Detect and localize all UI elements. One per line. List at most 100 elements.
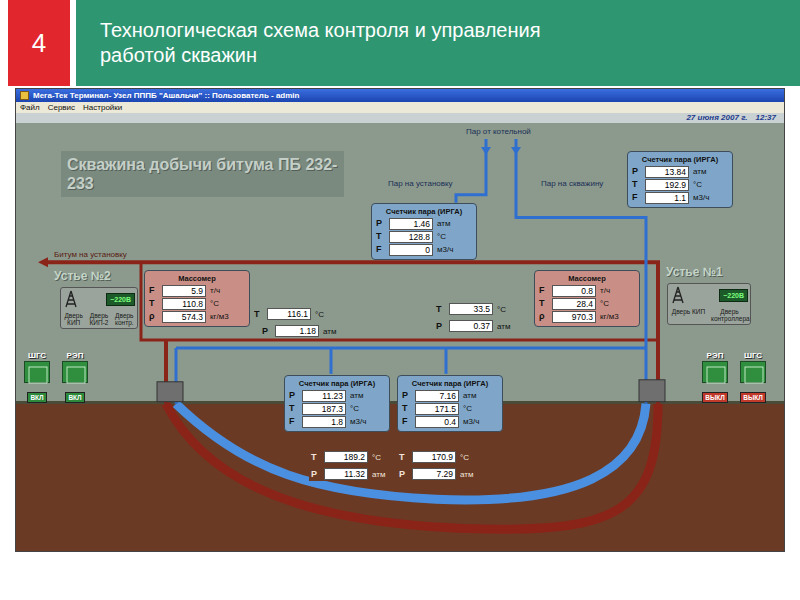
menu-item[interactable]: Файл: [20, 102, 40, 113]
switch-group: ШГСВКЛРЭПВКЛ: [22, 351, 90, 407]
meter-row: T 192.9 °С: [632, 178, 728, 191]
door-list: Дверь КИПДверь КИП-2Дверь контр.: [63, 312, 135, 326]
wellhead-icon: [157, 382, 183, 402]
sensor-reading: T170.9°С: [397, 450, 471, 464]
meter-title: Счетчик пара (ИРГА): [402, 378, 498, 389]
steam-pipe: [445, 348, 448, 374]
meter-value: 28.4: [552, 298, 596, 310]
meter-value: 128.8: [389, 231, 433, 243]
tower-icon: [670, 286, 686, 304]
door-icon: [25, 364, 51, 386]
reading-unit: °С: [497, 304, 506, 315]
tower-shape: [66, 291, 76, 307]
cabinet-header: ~220В: [670, 286, 748, 304]
meter-value: 1.1: [645, 192, 689, 204]
reading-unit: °С: [315, 309, 324, 320]
menu-bar: Файл Сервис Настройки: [16, 102, 784, 113]
meter-value: 192.9: [645, 179, 689, 191]
meter-value: 1.8: [302, 416, 346, 428]
meter-row: P11.23атм: [289, 389, 385, 402]
bitumen-pipe: [141, 262, 658, 340]
cabinet-icon: [702, 361, 728, 383]
sensor-reading: P1.18атм: [262, 325, 336, 337]
reading-unit: атм: [323, 326, 336, 337]
wellhead-name: Устье №1: [666, 265, 723, 279]
meter-unit: м3/ч: [350, 416, 366, 427]
meter-value: 187.3: [302, 403, 346, 415]
power-button[interactable]: ВКЛ: [27, 392, 46, 403]
pipe-label: Пар на скважину: [541, 179, 603, 189]
reading-symbol: T: [436, 304, 445, 315]
meter-value: 0.8: [552, 285, 596, 297]
meter-row: F0.4м3/ч: [402, 415, 498, 428]
meter-title: Счетчик пара (ИРГА): [289, 378, 385, 389]
diagram-canvas: Скважина добычи битума ПБ 232-233Пар от …: [16, 123, 784, 551]
meter-symbol: F: [539, 285, 548, 296]
reading-unit: атм: [460, 469, 473, 480]
steam-pipe: [176, 346, 646, 349]
door-icon: [63, 364, 89, 386]
meter-unit: т/ч: [600, 285, 610, 296]
switch-group: РЭПВЫКЛШГСВЫКЛ: [700, 351, 768, 407]
meter-symbol: F: [402, 416, 411, 427]
reading-symbol: P: [262, 326, 271, 337]
pipe-label: Битум на установку: [54, 250, 127, 260]
reading-value: 7.29: [412, 468, 456, 480]
meter-value: 0: [389, 244, 433, 256]
switch-cabinet: ШГСВЫКЛ: [738, 351, 768, 407]
meter-value: 171.5: [415, 403, 459, 415]
meter-symbol: F: [632, 192, 641, 203]
door-outline: [67, 367, 85, 383]
meter-symbol: F: [149, 285, 158, 296]
switch-label: ШГС: [22, 351, 52, 361]
steam-pipe: [456, 139, 486, 203]
sensor-reading: T189.2°С: [309, 450, 383, 464]
power-button[interactable]: ВЫКЛ: [702, 392, 728, 403]
date-bar: 27 июня 2007 г.12:37: [16, 113, 784, 123]
meter-value: 11.23: [302, 390, 346, 402]
reading-symbol: P: [311, 469, 320, 480]
door-sensor: Дверь КИП-2: [88, 312, 109, 326]
pipe-label: Пар от котельной: [466, 127, 531, 137]
meter-symbol: F: [376, 244, 385, 255]
meter-value: 7.16: [415, 390, 459, 402]
window-title: Мега-Тек Терминал- Узел ПППБ "Ашальчи" :…: [33, 90, 299, 102]
reading-unit: °С: [372, 452, 381, 463]
meter-row: T28.4°С: [539, 297, 635, 310]
meter-title: Массомер: [149, 273, 245, 284]
switch-cabinet: ШГС ВКЛ: [22, 351, 52, 407]
meter-row: F 0.8 т/ч: [539, 284, 635, 297]
app-icon: [20, 91, 29, 100]
cabinet-icon: [24, 361, 50, 383]
meter-unit: °С: [437, 231, 446, 242]
meter-symbol: T: [632, 179, 641, 190]
menu-item[interactable]: Настройки: [83, 102, 122, 113]
power-button[interactable]: ВКЛ: [65, 392, 84, 403]
steam-meter: Счетчик пара (ИРГА)P13.84атмT192.9°СF1.1…: [627, 151, 733, 208]
tower-shape: [673, 287, 683, 303]
tower-icon: [63, 290, 79, 308]
reading-unit: °С: [460, 452, 469, 463]
meter-unit: атм: [350, 390, 363, 401]
meter-row: F1.1м3/ч: [632, 191, 728, 204]
meter-row: F0м3/ч: [376, 243, 472, 256]
arrow-left-icon: [38, 257, 48, 267]
power-button[interactable]: ВЫКЛ: [740, 392, 766, 403]
meter-unit: °С: [693, 179, 702, 190]
meter-symbol: F: [289, 416, 298, 427]
slide-header: 4Технологическая схема контроля и управл…: [0, 0, 800, 86]
meter-unit: °С: [350, 403, 359, 414]
meter-row: T187.3°С: [289, 402, 385, 415]
menu-item[interactable]: Сервис: [48, 102, 75, 113]
meter-row: ρ970.3кг/м3: [539, 310, 635, 323]
reading-value: 33.5: [449, 303, 493, 315]
meter-unit: °С: [210, 298, 219, 309]
door-icon: [741, 364, 767, 386]
meter-symbol: T: [402, 403, 411, 414]
meter-row: P7.16атм: [402, 389, 498, 402]
meter-symbol: P: [632, 166, 641, 177]
meter-unit: °С: [600, 298, 609, 309]
mass-meter: МассомерF5.9т/чT110.8°Сρ574.3кг/м3: [144, 270, 250, 327]
meter-unit: °С: [463, 403, 472, 414]
meter-value: 13.84: [645, 166, 689, 178]
